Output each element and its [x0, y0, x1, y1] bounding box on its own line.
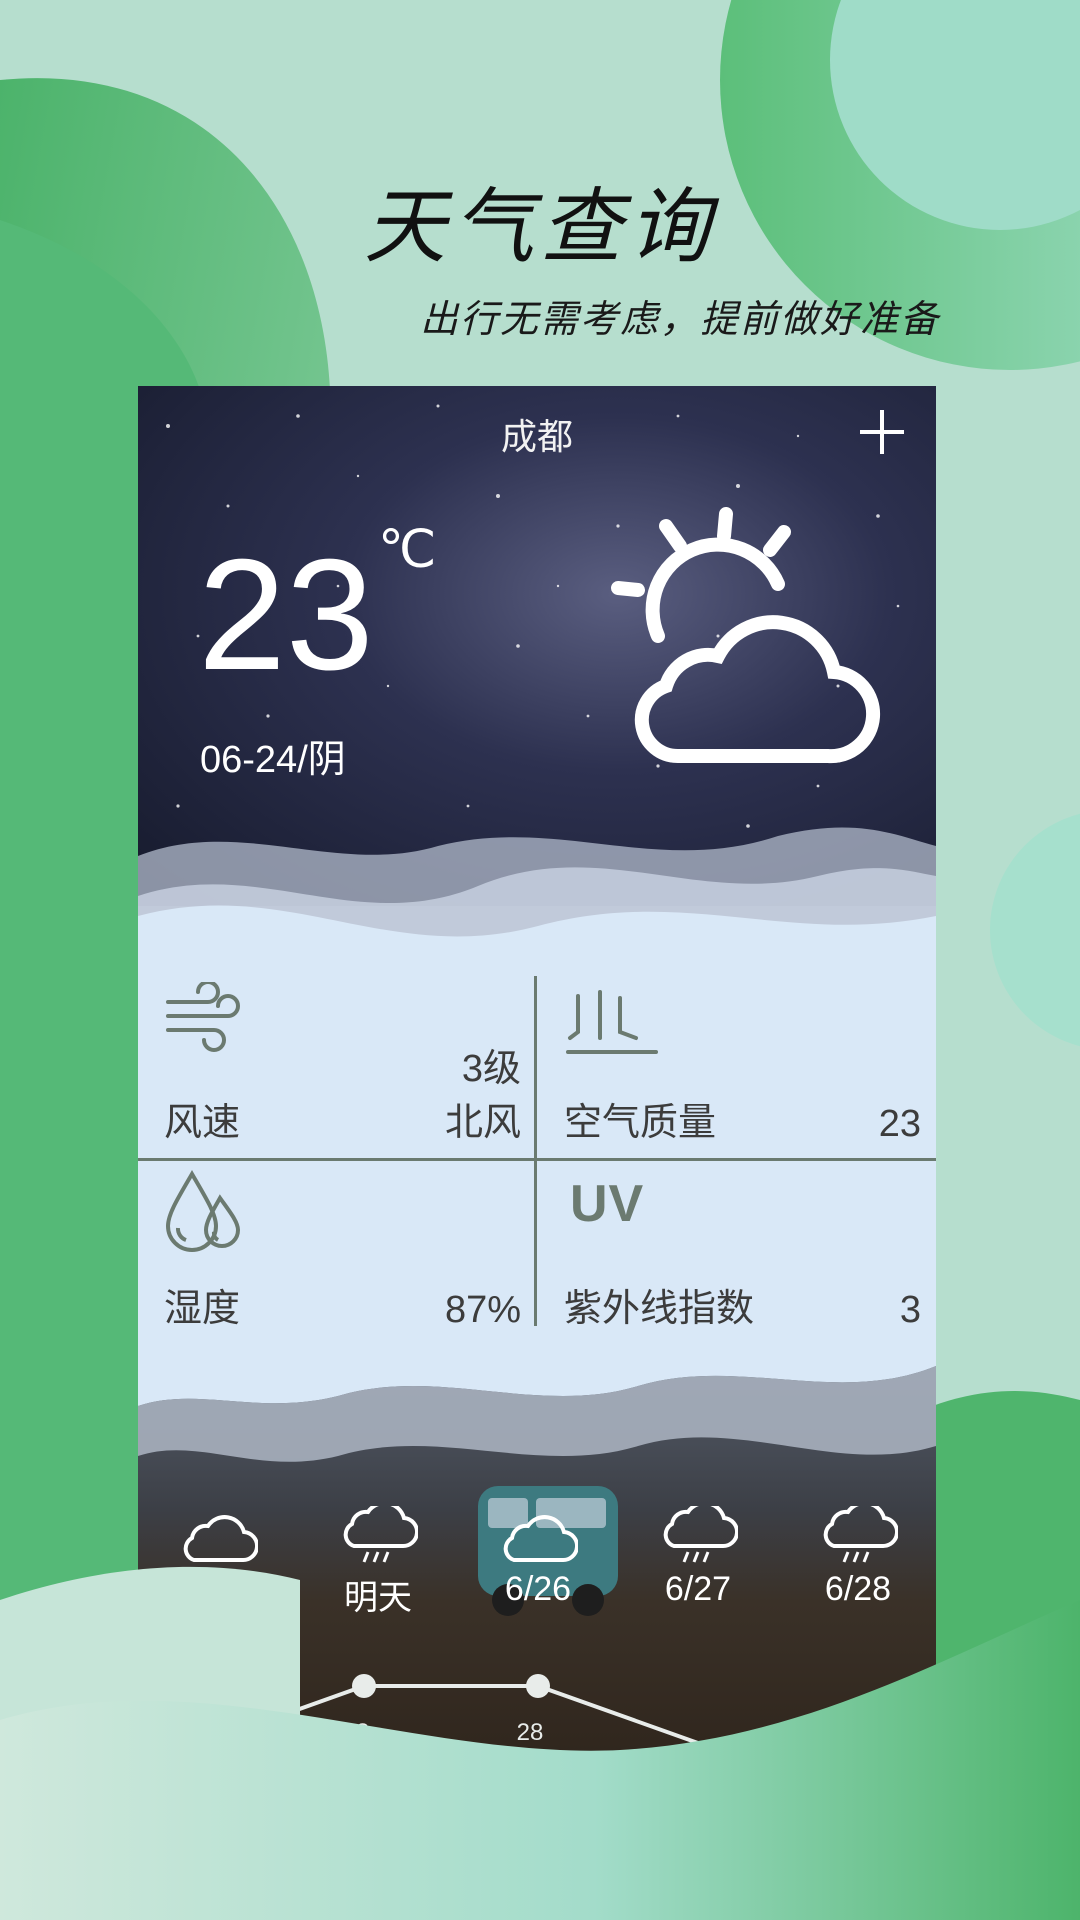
promo-title: 天气查询	[364, 180, 716, 275]
air-quality-cell: 空气质量 23	[538, 976, 933, 1158]
wind-cell: 3级 风速 北风	[138, 976, 533, 1158]
air-quality-value: 23	[878, 1103, 921, 1145]
uv-icon: UV	[570, 1175, 645, 1233]
bottom-wave-decoration-outer	[0, 1566, 1080, 1920]
wind-level: 3级	[461, 1048, 521, 1090]
partly-cloudy-icon	[611, 507, 881, 764]
plus-icon[interactable]	[854, 404, 910, 460]
date-condition: 06-24/阴	[200, 739, 346, 781]
air-quality-icon	[566, 990, 658, 1054]
water-drops-icon	[165, 1170, 241, 1252]
uv-label: 紫外线指数	[564, 1286, 755, 1330]
air-quality-label: 空气质量	[564, 1100, 717, 1144]
wind-icon	[166, 982, 240, 1052]
humidity-cell: 湿度 87%	[138, 1162, 533, 1344]
promo-subtitle: 出行无需考虑，提前做好准备	[420, 297, 941, 341]
uv-cell: UV 紫外线指数 3	[538, 1162, 933, 1344]
humidity-label: 湿度	[164, 1286, 241, 1330]
temperature-unit: ℃	[378, 521, 437, 579]
wind-label: 风速	[164, 1100, 241, 1144]
wind-direction: 北风	[444, 1102, 521, 1144]
current-temperature: 23	[198, 527, 374, 703]
city-name[interactable]: 成都	[138, 408, 936, 460]
divider-horizontal-1	[138, 1158, 936, 1161]
divider-vertical	[534, 976, 537, 1346]
details-grid: 3级 风速 北风 空气质量 23 湿度 87% UV 紫外线指数 3	[138, 976, 936, 1347]
